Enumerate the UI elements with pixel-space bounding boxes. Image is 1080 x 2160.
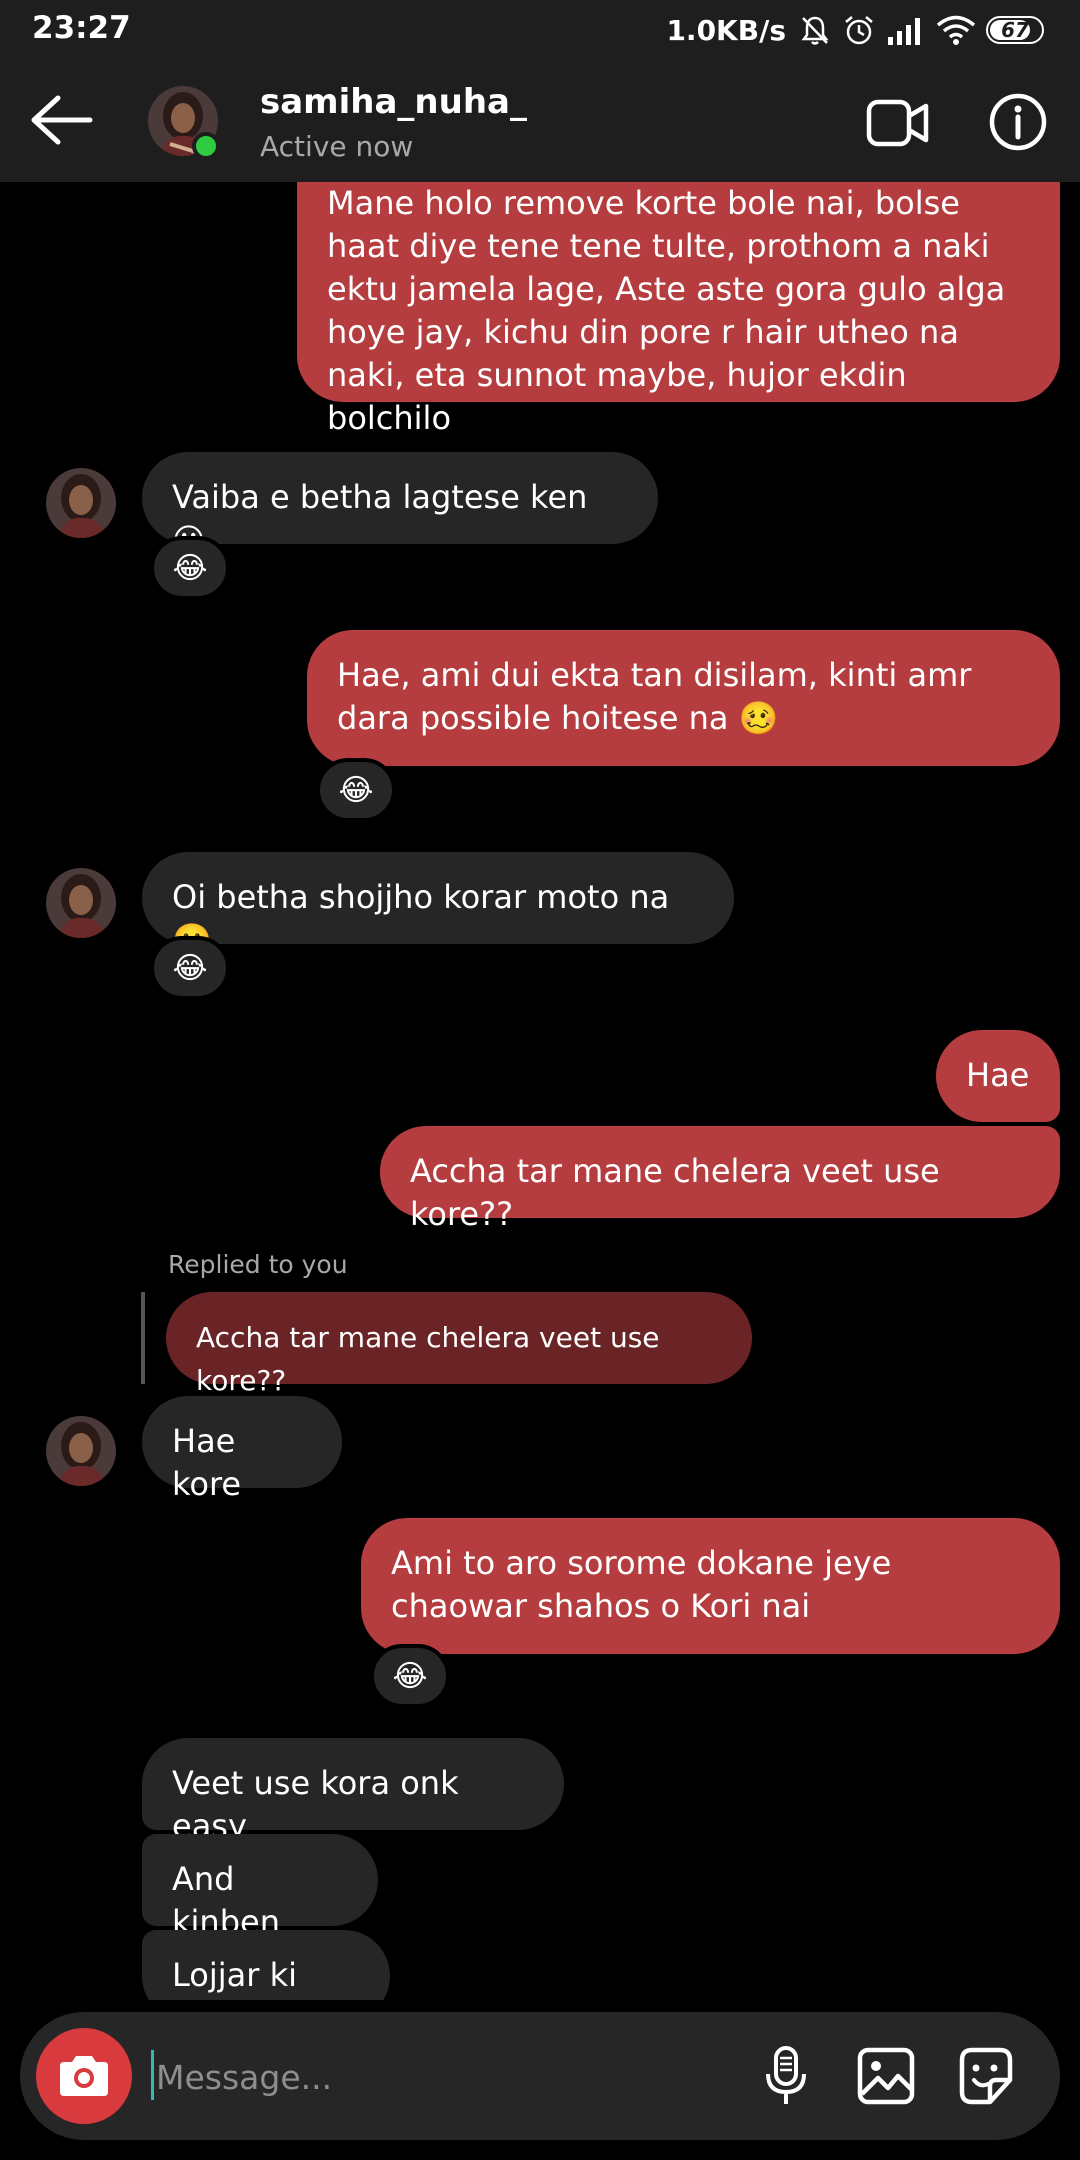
sent-message[interactable]: Mane holo remove korte bole nai, bolse h… [297,182,1060,437]
sent-message[interactable]: Hae, ami dui ekta tan disilam, kinti amr… [307,630,1060,766]
contact-avatar[interactable] [46,468,116,538]
network-speed: 1.0KB/s [666,13,786,47]
camera-icon [60,2056,108,2096]
contact-avatar[interactable] [46,868,116,938]
back-arrow-icon[interactable] [28,92,94,148]
received-message[interactable]: Oi betha shojjho korar moto na 🙂 [142,852,734,959]
message-reaction[interactable]: 😂 [370,1644,450,1708]
status-icons: 1.0KB/s 67 [666,8,1044,52]
wifi-icon [936,15,976,45]
received-message[interactable]: Veet use kora onk easy [142,1738,564,1845]
sticker-icon[interactable] [954,2044,1018,2108]
microphone-icon[interactable] [754,2044,818,2108]
video-call-icon[interactable] [866,96,930,150]
mute-icon [801,16,829,45]
message-reaction[interactable]: 😂 [150,536,230,600]
chat-header: samiha_nuha_ Active now [0,60,1080,182]
sent-message[interactable]: Accha tar mane chelera veet use kore?? [380,1126,1060,1233]
message-input[interactable] [154,2048,718,2106]
reply-quote-bubble[interactable]: Accha tar mane chelera veet use kore?? [166,1292,752,1397]
message-reaction[interactable]: 😂 [316,758,396,822]
message-thread[interactable]: Mane holo remove korte bole nai, bolse h… [0,182,1080,2000]
message-composer [20,2012,1060,2140]
signal-icon [888,18,920,45]
battery-icon: 67 [986,16,1044,44]
received-message[interactable]: Hae kore [142,1396,342,1503]
received-message[interactable]: Lojjar ki ase [142,1930,390,2000]
message-reaction[interactable]: 😂 [150,936,230,1000]
received-message[interactable]: And kinben [142,1834,378,1941]
reply-quote-line [141,1292,145,1384]
received-message[interactable]: Vaiba e betha lagtese ken 😶 [142,452,658,559]
camera-button[interactable] [36,2028,132,2124]
alarm-icon [845,16,873,45]
sent-message[interactable]: Hae [936,1030,1060,1122]
sent-message[interactable]: Ami to aro sorome dokane jeye chaowar sh… [361,1518,1060,1654]
replied-to-label: Replied to you [168,1250,348,1279]
info-icon[interactable] [988,92,1048,152]
online-indicator [192,132,220,160]
contact-username[interactable]: samiha_nuha_ [260,82,527,122]
active-status: Active now [260,130,414,163]
status-time: 23:27 [32,10,131,46]
battery-level: 67 [1001,18,1029,42]
contact-avatar[interactable] [46,1416,116,1486]
status-bar: 23:27 1.0KB/s 67 [0,0,1080,60]
gallery-icon[interactable] [854,2044,918,2108]
